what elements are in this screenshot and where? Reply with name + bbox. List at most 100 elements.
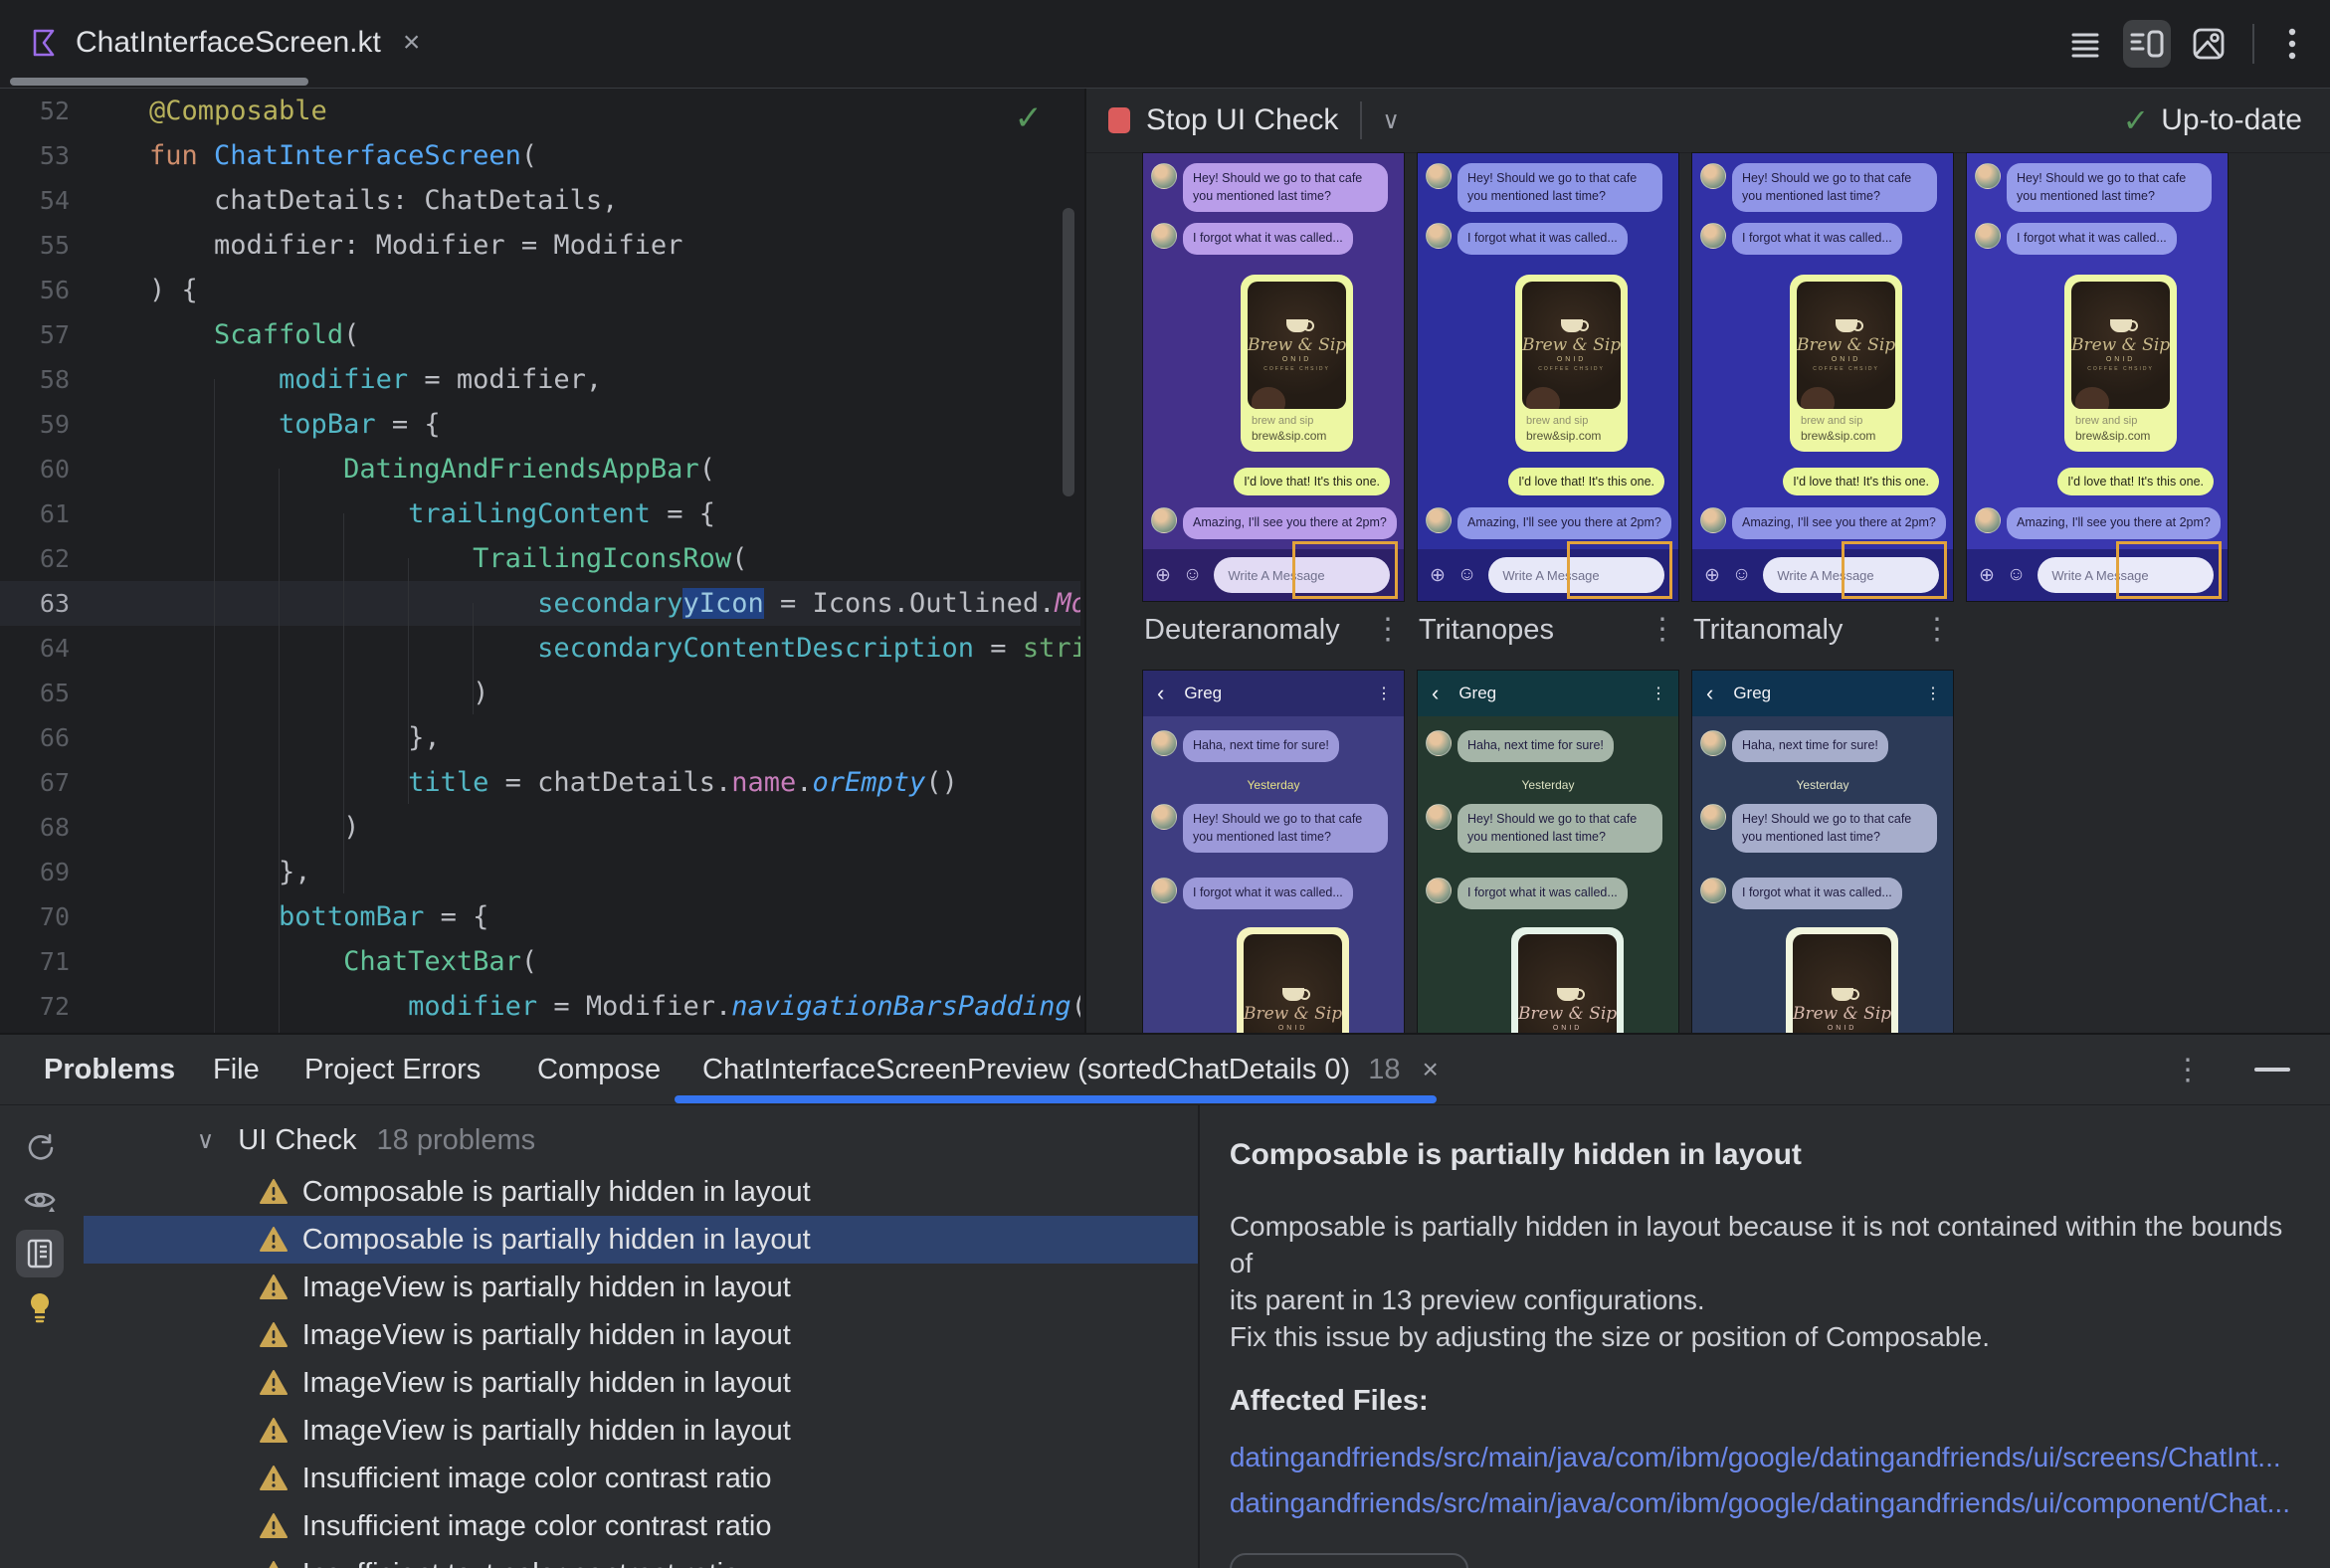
coffee-cup-icon <box>1556 987 1585 1001</box>
preview-row-labels: Deuteranomaly ⋮ Tritanopes ⋮ Tritanomaly… <box>1086 600 2330 666</box>
preview-eye-icon[interactable] <box>16 1176 64 1224</box>
more-icon[interactable] <box>2268 20 2316 68</box>
preview-card[interactable]: Hey! Should we go to that cafe you menti… <box>1142 152 1405 602</box>
close-icon[interactable]: × <box>1422 1054 1438 1085</box>
tab-problems[interactable]: Problems <box>44 1035 175 1104</box>
code-line[interactable]: 61 trailingContent = { <box>0 491 1080 536</box>
line-number: 59 <box>39 410 70 439</box>
code-line[interactable]: 52 @Composable <box>0 89 1080 133</box>
warning-icon <box>259 1273 289 1302</box>
problem-row[interactable]: Composable is partially hidden in layout <box>84 1168 1198 1216</box>
refresh-icon[interactable] <box>16 1124 64 1172</box>
problem-row[interactable]: ImageView is partially hidden in layout <box>84 1264 1198 1311</box>
avatar <box>1426 163 1452 189</box>
code-line[interactable]: 65 ) <box>0 671 1080 715</box>
code-view-icon[interactable] <box>2061 20 2109 68</box>
plus-icon: ⊕ <box>1979 564 1995 586</box>
tree-items: Composable is partially hidden in layout… <box>83 1168 1198 1568</box>
link-preview-card[interactable]: Brew & SipONIDCOFFEE CHSIDYbrew and sipb… <box>1786 927 1899 1033</box>
code-editor[interactable]: 52 @Composable 53 fun ChatInterfaceScreen(5… <box>0 89 1080 1033</box>
code-line[interactable]: 70 bottomBar = { <box>0 894 1080 939</box>
description-line: Fix this issue by adjusting the size or … <box>1229 1321 1990 1352</box>
code-line[interactable]: 64 secondaryContentDescription = strin <box>0 626 1080 671</box>
preview-card[interactable]: Hey! Should we go to that cafe you menti… <box>1417 152 1679 602</box>
problem-row[interactable]: Insufficient image color contrast ratio <box>84 1502 1198 1550</box>
design-view-icon[interactable] <box>2185 20 2233 68</box>
tab-badge: 18 <box>1368 1053 1401 1085</box>
problem-row[interactable]: ImageView is partially hidden in layout <box>84 1311 1198 1359</box>
problem-row[interactable]: Composable is partially hidden in layout <box>83 1216 1198 1264</box>
code-line[interactable]: 55 modifier: Modifier = Modifier <box>0 223 1080 268</box>
code-line[interactable]: 58 modifier = modifier, <box>0 357 1080 402</box>
code-line[interactable]: 72 modifier = Modifier.navigationBarsPad… <box>0 984 1080 1029</box>
code-lines: 52 @Composable 53 fun ChatInterfaceScreen(5… <box>0 89 1080 1029</box>
tab-project-errors[interactable]: Project Errors <box>304 1035 481 1104</box>
fix-with-ai-button[interactable]: Fix with AI <box>1229 1553 1468 1568</box>
avatar <box>1700 163 1726 189</box>
preview-card[interactable]: ‹ Greg ⋮ Haha, next time for sure! Yesterday… <box>1142 670 1405 1033</box>
code-line[interactable]: 67 title = chatDetails.name.orEmpty() <box>0 760 1080 805</box>
code-line[interactable]: 54 chatDetails: ChatDetails, <box>0 178 1080 223</box>
split-view-icon[interactable] <box>2123 20 2171 68</box>
preview-card[interactable]: Hey! Should we go to that cafe you menti… <box>1966 152 2229 602</box>
code-line[interactable]: 53 fun ChatInterfaceScreen( <box>0 133 1080 178</box>
code-line[interactable]: 69 }, <box>0 850 1080 894</box>
incoming-message: I forgot what it was called... <box>1700 878 1902 909</box>
code-line[interactable]: 59 topBar = { <box>0 402 1080 447</box>
tab-file[interactable]: File <box>213 1035 260 1104</box>
code-text: modifier: Modifier = Modifier <box>149 230 683 261</box>
code-text: fun ChatInterfaceScreen( <box>149 140 538 171</box>
chat-header: ‹ Greg ⋮ <box>1692 671 1953 716</box>
editor-tab[interactable]: ChatInterfaceScreen.kt × <box>14 10 436 76</box>
close-tab-icon[interactable]: × <box>403 26 421 60</box>
affected-file-link[interactable]: datingandfriends/src/main/java/com/ibm/g… <box>1230 1487 2290 1519</box>
link-preview-card[interactable]: Brew & SipONIDCOFFEE CHSIDYbrew and sipb… <box>2064 275 2178 452</box>
preview-panel-icon[interactable] <box>16 1230 64 1277</box>
minimize-icon[interactable] <box>2254 1068 2290 1072</box>
preview-card[interactable]: ‹ Greg ⋮ Haha, next time for sure! Yesterday… <box>1691 670 1954 1033</box>
problem-text: Insufficient image color contrast ratio <box>301 1462 772 1494</box>
chevron-down-icon[interactable]: ∨ <box>197 1126 215 1155</box>
affected-file-link[interactable]: datingandfriends/src/main/java/com/ibm/g… <box>1230 1442 2290 1473</box>
code-line[interactable]: 62 TrailingIconsRow( <box>0 536 1080 581</box>
inspection-ok-icon[interactable]: ✓ <box>1015 98 1044 138</box>
stop-ui-check-button[interactable]: Stop UI Check <box>1146 103 1338 137</box>
code-line[interactable]: 60 DatingAndFriendsAppBar( <box>0 447 1080 491</box>
line-number: 70 <box>39 902 70 931</box>
tab-compose[interactable]: Compose <box>537 1035 661 1104</box>
tree-group-label: UI Check <box>238 1123 357 1156</box>
code-line[interactable]: 56) { <box>0 268 1080 312</box>
warning-icon <box>259 1368 289 1398</box>
code-line[interactable]: 71 ChatTextBar( <box>0 939 1080 984</box>
line-number: 56 <box>39 276 70 304</box>
chevron-down-icon[interactable]: ∨ <box>1382 106 1400 135</box>
editor-scrollbar[interactable] <box>1063 208 1074 496</box>
avatar <box>1151 223 1177 249</box>
code-line[interactable]: 57 Scaffold( <box>0 312 1080 357</box>
preview-card[interactable]: Hey! Should we go to that cafe you menti… <box>1691 152 1954 602</box>
problem-row[interactable]: Insufficient image color contrast ratio <box>84 1455 1198 1502</box>
link-preview-card[interactable]: Brew & SipONIDCOFFEE CHSIDYbrew and sipb… <box>1790 275 1903 452</box>
problem-row[interactable]: ImageView is partially hidden in layout <box>84 1407 1198 1455</box>
link-preview-card[interactable]: Brew & SipONIDCOFFEE CHSIDYbrew and sipb… <box>1241 275 1354 452</box>
preview-card[interactable]: ‹ Greg ⋮ Haha, next time for sure! Yesterday… <box>1417 670 1679 1033</box>
incoming-message: Amazing, I'll see you there at 2pm? <box>1426 507 1671 539</box>
problem-row[interactable]: ImageView is partially hidden in layout <box>84 1359 1198 1407</box>
kebab-icon[interactable]: ⋮ <box>1373 612 1403 647</box>
lightbulb-icon[interactable] <box>16 1283 64 1331</box>
link-preview-card[interactable]: Brew & SipONIDCOFFEE CHSIDYbrew and sipb… <box>1515 275 1629 452</box>
plus-icon: ⊕ <box>1430 564 1446 586</box>
code-line[interactable]: 63 secondaryyIcon = Icons.Outlined.More <box>0 581 1080 626</box>
link-preview-card[interactable]: Brew & SipONIDCOFFEE CHSIDYbrew and sipb… <box>1511 927 1625 1033</box>
kebab-icon[interactable]: ⋮ <box>1922 612 1952 647</box>
code-line[interactable]: 66 }, <box>0 715 1080 760</box>
chat-title: Greg <box>1458 684 1497 702</box>
tree-group-row[interactable]: ∨ UI Check 18 problems <box>84 1116 1198 1164</box>
stop-icon[interactable] <box>1108 107 1130 133</box>
code-line[interactable]: 68 ) <box>0 805 1080 850</box>
link-preview-card[interactable]: Brew & SipONIDCOFFEE CHSIDYbrew and sipb… <box>1237 927 1350 1033</box>
kebab-icon[interactable]: ⋮ <box>1648 612 1677 647</box>
tab-preview-active[interactable]: ChatInterfaceScreenPreview (sortedChatDe… <box>702 1035 1439 1104</box>
problem-row[interactable]: Insufficient text color contrast ratio <box>84 1550 1198 1568</box>
kebab-icon[interactable]: ⋮ <box>2173 1053 2203 1087</box>
